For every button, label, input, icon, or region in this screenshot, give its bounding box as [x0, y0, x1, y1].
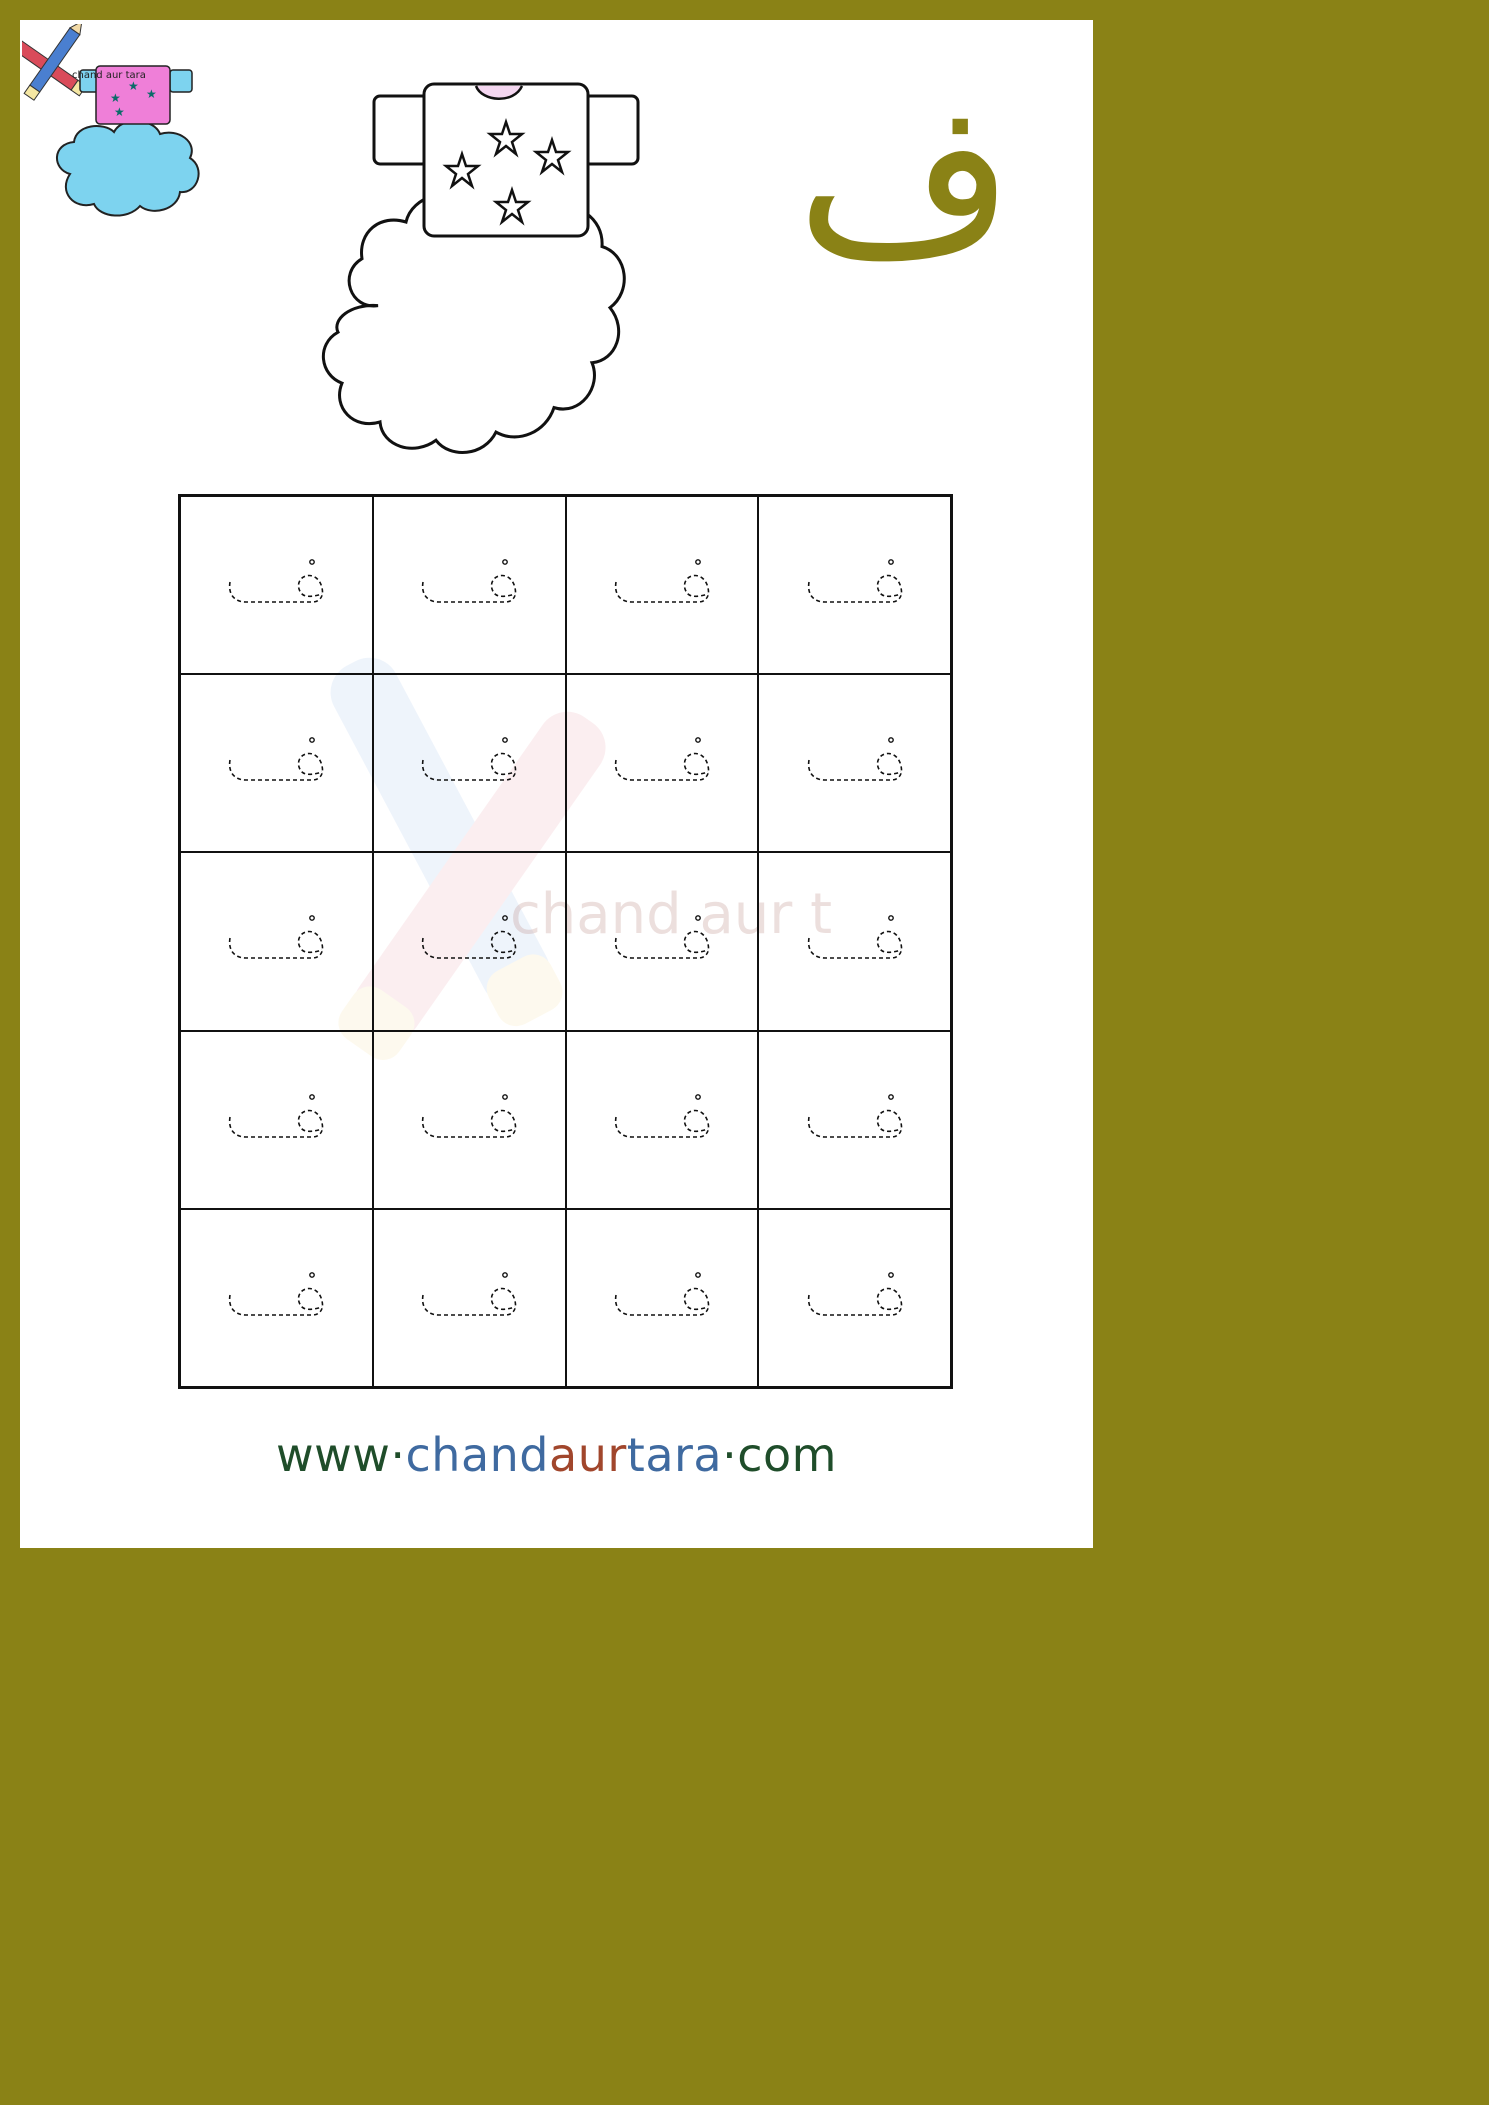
worksheet-page: ★ ★ ★ ★ chand aur tara ف chand aur t www…	[20, 20, 1093, 1548]
pencils-shirt-cloud-icon: ★ ★ ★ ★	[20, 20, 200, 217]
letter-dot	[502, 915, 509, 922]
tracing-cell[interactable]	[180, 852, 373, 1031]
dashed-stroke	[614, 574, 710, 603]
dashed-stroke	[807, 931, 902, 960]
tracing-cell[interactable]	[372, 852, 566, 1031]
letter-dot	[502, 1271, 509, 1278]
dashed-stroke	[614, 753, 710, 782]
dashed-letter-guide	[614, 737, 710, 782]
dashed-letter-guide	[614, 915, 710, 960]
logo-text: chand aur tara	[72, 70, 146, 81]
dashed-letter-guide	[229, 1093, 324, 1138]
dashed-stroke	[421, 931, 517, 960]
svg-text:★: ★	[128, 79, 139, 93]
dashed-letter-guide	[421, 915, 517, 960]
dashed-stroke	[229, 574, 324, 603]
dashed-letter-guide	[229, 1271, 324, 1316]
letter-dot	[502, 1093, 509, 1100]
dashed-letter-guide	[229, 737, 324, 782]
dashed-stroke	[421, 1287, 517, 1316]
tracing-cell[interactable]	[565, 1208, 759, 1387]
dashed-stroke	[807, 1109, 902, 1138]
tracing-grid	[178, 494, 953, 1389]
letter-dot	[502, 559, 509, 565]
url-www: www	[276, 1428, 391, 1482]
tracing-cell[interactable]	[180, 1030, 373, 1209]
dashed-letter-guide	[421, 559, 517, 603]
letter-dot	[502, 737, 509, 744]
letter-dot	[309, 1093, 316, 1100]
letter-dot	[309, 737, 316, 744]
dashed-letter-guide	[614, 1093, 710, 1138]
website-url[interactable]: www·chandaurtara·com	[20, 1428, 1093, 1482]
svg-text:★: ★	[146, 87, 157, 101]
letter-dot	[309, 915, 316, 922]
letter-dot	[694, 559, 701, 565]
dashed-stroke	[614, 1287, 710, 1316]
tracing-cell[interactable]	[758, 674, 951, 853]
dashed-letter-guide	[807, 915, 902, 960]
tracing-cell[interactable]	[758, 496, 951, 675]
dashed-letter-guide	[421, 737, 517, 782]
dashed-letter-guide	[614, 559, 710, 603]
tracing-cell[interactable]	[372, 1030, 566, 1209]
dashed-stroke	[807, 1287, 902, 1316]
brand-logo[interactable]: ★ ★ ★ ★ chand aur tara	[20, 20, 214, 224]
dashed-stroke	[229, 1287, 324, 1316]
letter-dot	[887, 1271, 894, 1278]
tracing-cell[interactable]	[565, 852, 759, 1031]
dashed-letter-guide	[807, 737, 902, 782]
url-dot: ·	[722, 1428, 738, 1482]
url-com: com	[737, 1428, 837, 1482]
tracing-cell[interactable]	[372, 1208, 566, 1387]
tracing-cell[interactable]	[565, 496, 759, 675]
letter-dot	[309, 1271, 316, 1278]
dashed-stroke	[614, 931, 710, 960]
tracing-cell[interactable]	[372, 674, 566, 853]
letter-dot	[694, 915, 701, 922]
dashed-stroke	[421, 1109, 517, 1138]
letter-dot	[887, 915, 894, 922]
dashed-stroke	[807, 753, 902, 782]
dashed-letter-guide	[807, 559, 902, 603]
dashed-letter-guide	[807, 1271, 902, 1316]
dashed-stroke	[807, 574, 902, 603]
letter-dot	[694, 737, 701, 744]
letter-dot	[694, 1093, 701, 1100]
dashed-letter-guide	[614, 1271, 710, 1316]
tracing-cell[interactable]	[758, 1208, 951, 1387]
featured-letter: ف	[796, 57, 1014, 302]
letter-dot	[887, 1093, 894, 1100]
tracing-cell[interactable]	[180, 1208, 373, 1387]
dashed-stroke	[229, 1109, 324, 1138]
url-dot: ·	[390, 1428, 406, 1482]
shirt-cloud-illustration	[321, 82, 640, 454]
letter-dot	[694, 1271, 701, 1278]
url-aur: aur	[549, 1428, 627, 1482]
dashed-letter-guide	[807, 1093, 902, 1138]
dashed-stroke	[229, 753, 324, 782]
tracing-cell[interactable]	[758, 852, 951, 1031]
letter-dot	[887, 737, 894, 744]
dashed-stroke	[614, 1109, 710, 1138]
letter-dot	[309, 559, 316, 565]
svg-text:★: ★	[114, 105, 125, 119]
tracing-cell[interactable]	[372, 496, 566, 675]
letter-dot	[887, 559, 894, 565]
tracing-cell[interactable]	[758, 1030, 951, 1209]
svg-text:★: ★	[110, 91, 121, 105]
tracing-cell[interactable]	[565, 1030, 759, 1209]
tracing-cell[interactable]	[180, 674, 373, 853]
dashed-stroke	[421, 753, 517, 782]
dashed-letter-guide	[229, 559, 324, 603]
dashed-letter-guide	[421, 1271, 517, 1316]
tracing-cell[interactable]	[180, 496, 373, 675]
url-tara: tara	[626, 1428, 723, 1482]
dashed-letter-guide	[421, 1093, 517, 1138]
tracing-cell[interactable]	[565, 674, 759, 853]
dashed-letter-guide	[229, 915, 324, 960]
url-chand: chand	[405, 1428, 550, 1482]
dashed-stroke	[421, 574, 517, 603]
dashed-stroke	[229, 931, 324, 960]
